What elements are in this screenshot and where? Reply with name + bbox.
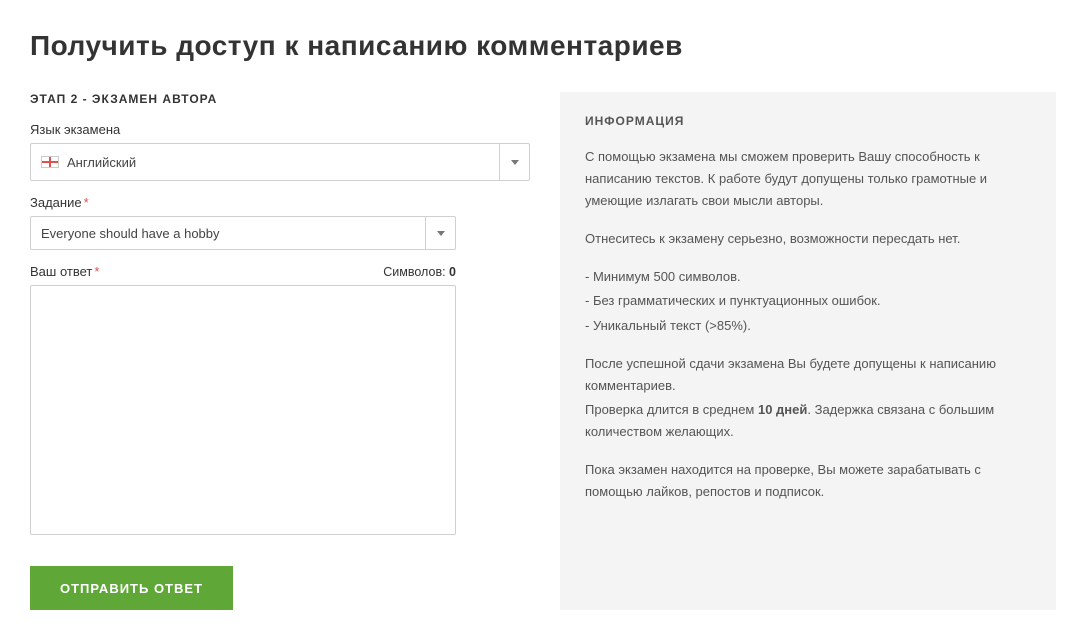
task-label: Задание* [30, 195, 530, 210]
chevron-down-icon [499, 144, 529, 180]
exam-form: ЭТАП 2 - ЭКЗАМЕН АВТОРА Язык экзамена Ан… [30, 92, 530, 610]
task-value: Everyone should have a hobby [41, 226, 425, 241]
submit-button[interactable]: ОТПРАВИТЬ ОТВЕТ [30, 566, 233, 610]
info-paragraph: После успешной сдачи экзамена Вы будете … [585, 353, 1031, 397]
page-title: Получить доступ к написанию комментариев [30, 30, 1056, 62]
answer-textarea[interactable] [30, 285, 456, 535]
task-select[interactable]: Everyone should have a hobby [30, 216, 456, 250]
info-paragraph: Пока экзамен находится на проверке, Вы м… [585, 459, 1031, 503]
info-panel: ИНФОРМАЦИЯ С помощью экзамена мы сможем … [560, 92, 1056, 610]
char-count: Символов: 0 [383, 265, 456, 279]
info-list-item: - Уникальный текст (>85%). [585, 315, 1031, 337]
info-list-item: - Минимум 500 символов. [585, 266, 1031, 288]
info-paragraph: Проверка длится в среднем 10 дней. Задер… [585, 399, 1031, 443]
info-paragraph: С помощью экзамена мы сможем проверить В… [585, 146, 1031, 212]
info-list-item: - Без грамматических и пунктуационных ош… [585, 290, 1031, 312]
answer-label: Ваш ответ* [30, 264, 99, 279]
info-paragraph: Отнеситесь к экзамену серьезно, возможно… [585, 228, 1031, 250]
info-title: ИНФОРМАЦИЯ [585, 114, 1031, 128]
language-label: Язык экзамена [30, 122, 530, 137]
flag-england-icon [41, 156, 59, 168]
language-value: Английский [67, 155, 499, 170]
chevron-down-icon [425, 217, 455, 249]
step-label: ЭТАП 2 - ЭКЗАМЕН АВТОРА [30, 92, 530, 106]
language-select[interactable]: Английский [30, 143, 530, 181]
